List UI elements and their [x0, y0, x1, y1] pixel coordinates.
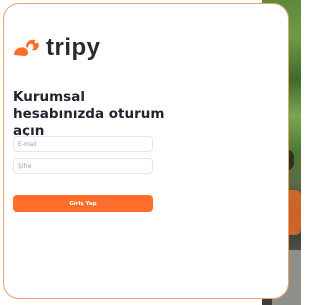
brand-logo: tripy — [12, 36, 101, 60]
brand-name: tripy — [46, 34, 101, 61]
page-title: Kurumsal hesabınızda oturum açın — [13, 89, 165, 139]
email-field[interactable] — [13, 136, 153, 152]
login-button[interactable]: Giriş Yap — [13, 195, 153, 212]
login-page: tripy Kurumsal hesabınızda oturum açın G… — [0, 0, 301, 305]
squirrel-icon — [14, 39, 39, 56]
password-field[interactable] — [13, 158, 153, 174]
